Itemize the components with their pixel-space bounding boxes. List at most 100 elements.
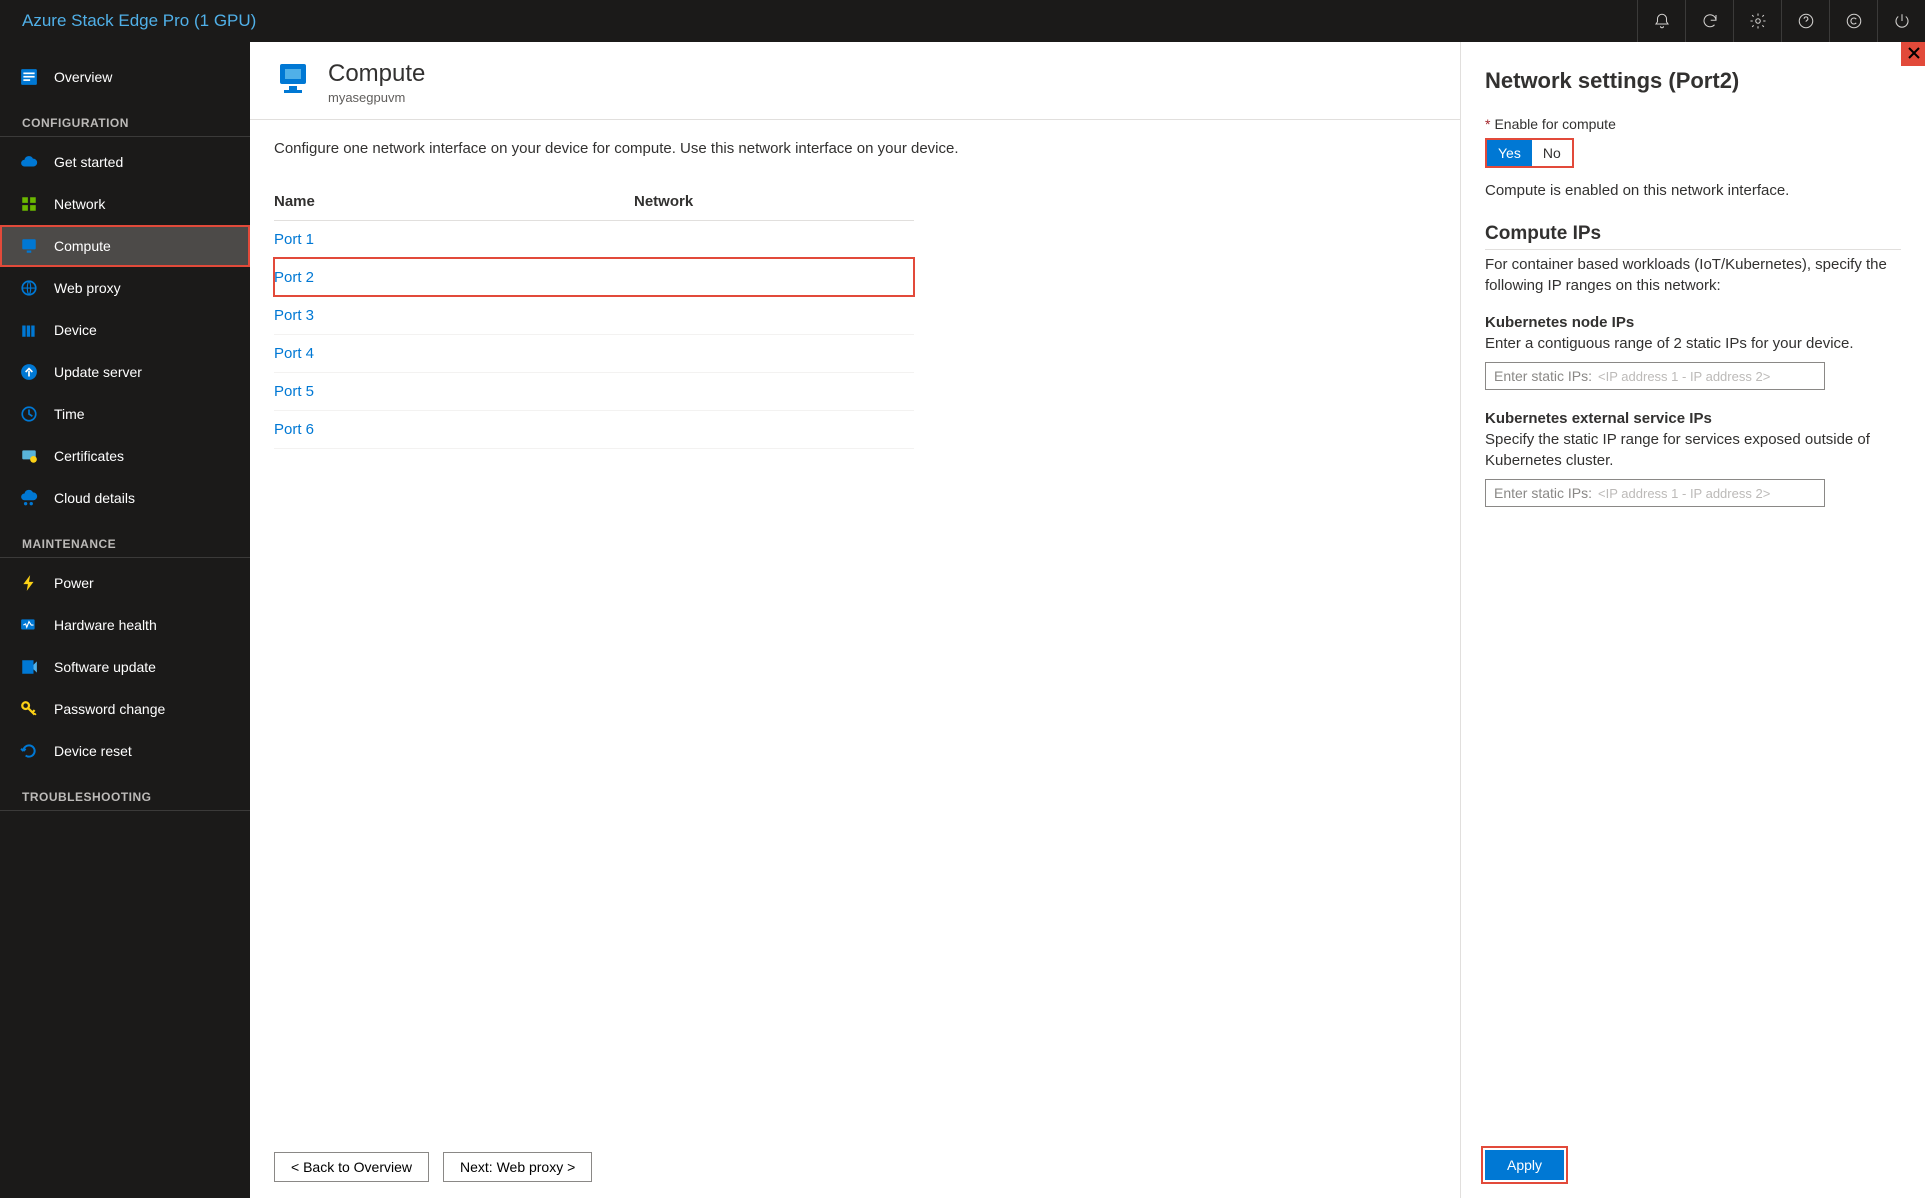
network-value bbox=[634, 334, 914, 372]
back-button[interactable]: < Back to Overview bbox=[274, 1152, 429, 1182]
cloud-icon bbox=[20, 153, 38, 171]
compute-ips-heading: Compute IPs bbox=[1485, 223, 1901, 250]
sidebar-item-label: Time bbox=[54, 406, 85, 422]
table-row[interactable]: Port 4 bbox=[274, 334, 914, 372]
sidebar-section-title: TROUBLESHOOTING bbox=[0, 772, 250, 811]
sidebar-item-web-proxy[interactable]: Web proxy bbox=[0, 267, 250, 309]
sidebar-item-label: Device reset bbox=[54, 743, 132, 759]
app-header: Azure Stack Edge Pro (1 GPU) bbox=[0, 0, 1925, 42]
health-icon bbox=[20, 616, 38, 634]
sidebar-item-label: Update server bbox=[54, 364, 142, 380]
apply-button[interactable]: Apply bbox=[1485, 1150, 1564, 1180]
reset-icon bbox=[20, 742, 38, 760]
next-button[interactable]: Next: Web proxy > bbox=[443, 1152, 592, 1182]
ip-input-placeholder: <IP address 1 - IP address 2> bbox=[1598, 369, 1770, 384]
globe-icon bbox=[20, 279, 38, 297]
page-title: Compute bbox=[328, 60, 425, 88]
sidebar-item-network[interactable]: Network bbox=[0, 183, 250, 225]
table-row[interactable]: Port 2 bbox=[274, 258, 914, 296]
sidebar-item-label: Overview bbox=[54, 69, 112, 85]
cert-icon bbox=[20, 447, 38, 465]
overview-icon bbox=[20, 68, 38, 86]
copyright-icon[interactable] bbox=[1829, 0, 1877, 42]
sidebar-item-device-reset[interactable]: Device reset bbox=[0, 730, 250, 772]
sidebar-item-compute[interactable]: Compute bbox=[0, 225, 250, 267]
refresh-icon[interactable] bbox=[1685, 0, 1733, 42]
ip-input-label: Enter static IPs: bbox=[1494, 368, 1592, 384]
sidebar-item-time[interactable]: Time bbox=[0, 393, 250, 435]
ip-input-label: Enter static IPs: bbox=[1494, 485, 1592, 501]
power-icon bbox=[20, 574, 38, 592]
sidebar-section-title: MAINTENANCE bbox=[0, 519, 250, 558]
header-toolbar bbox=[1637, 0, 1925, 42]
k8s-node-desc: Enter a contiguous range of 2 static IPs… bbox=[1485, 333, 1901, 354]
software-icon bbox=[20, 658, 38, 676]
sidebar-item-label: Get started bbox=[54, 154, 123, 170]
app-title: Azure Stack Edge Pro (1 GPU) bbox=[22, 11, 256, 31]
compute-ips-desc: For container based workloads (IoT/Kuber… bbox=[1485, 254, 1901, 296]
network-value bbox=[634, 296, 914, 334]
help-icon[interactable] bbox=[1781, 0, 1829, 42]
page-description: Configure one network interface on your … bbox=[250, 120, 1460, 161]
table-row[interactable]: Port 5 bbox=[274, 372, 914, 410]
ip-input-placeholder: <IP address 1 - IP address 2> bbox=[1598, 486, 1770, 501]
toggle-no[interactable]: No bbox=[1532, 140, 1572, 166]
device-icon bbox=[20, 321, 38, 339]
sidebar-item-label: Password change bbox=[54, 701, 165, 717]
close-panel-button[interactable] bbox=[1903, 42, 1925, 64]
port-link[interactable]: Port 5 bbox=[274, 383, 314, 400]
sidebar-item-hardware-health[interactable]: Hardware health bbox=[0, 604, 250, 646]
sidebar-item-label: Power bbox=[54, 575, 94, 591]
sidebar-item-label: Hardware health bbox=[54, 617, 157, 633]
sidebar-item-get-started[interactable]: Get started bbox=[0, 141, 250, 183]
sidebar: Overview CONFIGURATION Get started Netwo… bbox=[0, 42, 250, 1198]
key-icon bbox=[20, 700, 38, 718]
sidebar-item-certificates[interactable]: Certificates bbox=[0, 435, 250, 477]
sidebar-item-password-change[interactable]: Password change bbox=[0, 688, 250, 730]
sidebar-item-update-server[interactable]: Update server bbox=[0, 351, 250, 393]
sidebar-item-cloud-details[interactable]: Cloud details bbox=[0, 477, 250, 519]
k8s-ext-ip-input[interactable]: Enter static IPs: <IP address 1 - IP add… bbox=[1485, 479, 1825, 507]
sidebar-item-label: Cloud details bbox=[54, 490, 135, 506]
sidebar-section-title: CONFIGURATION bbox=[0, 98, 250, 137]
network-value bbox=[634, 220, 914, 258]
compute-status-text: Compute is enabled on this network inter… bbox=[1485, 182, 1901, 199]
main-content: Compute myasegpuvm Configure one network… bbox=[250, 42, 1460, 1198]
port-link[interactable]: Port 4 bbox=[274, 345, 314, 362]
network-value bbox=[634, 372, 914, 410]
sidebar-item-label: Network bbox=[54, 196, 105, 212]
table-row[interactable]: Port 6 bbox=[274, 410, 914, 448]
clock-icon bbox=[20, 405, 38, 423]
settings-icon[interactable] bbox=[1733, 0, 1781, 42]
k8s-ext-heading: Kubernetes external service IPs bbox=[1485, 410, 1901, 427]
port-link[interactable]: Port 1 bbox=[274, 231, 314, 248]
table-row[interactable]: Port 1 bbox=[274, 220, 914, 258]
cloud-details-icon bbox=[20, 489, 38, 507]
port-link[interactable]: Port 2 bbox=[274, 269, 314, 286]
sidebar-item-software-update[interactable]: Software update bbox=[0, 646, 250, 688]
page-subtitle: myasegpuvm bbox=[328, 90, 425, 105]
network-settings-panel: Network settings (Port2) *Enable for com… bbox=[1460, 42, 1925, 1198]
table-row[interactable]: Port 3 bbox=[274, 296, 914, 334]
sidebar-item-overview[interactable]: Overview bbox=[0, 56, 250, 98]
ports-table: Name Network Port 1 Port 2 Port 3 Port 4… bbox=[274, 185, 914, 449]
enable-compute-toggle[interactable]: Yes No bbox=[1485, 138, 1574, 168]
panel-title: Network settings (Port2) bbox=[1485, 68, 1901, 94]
toggle-yes[interactable]: Yes bbox=[1487, 140, 1532, 166]
sidebar-item-power[interactable]: Power bbox=[0, 562, 250, 604]
enable-compute-label: *Enable for compute bbox=[1485, 116, 1901, 132]
port-link[interactable]: Port 3 bbox=[274, 307, 314, 324]
k8s-node-ip-input[interactable]: Enter static IPs: <IP address 1 - IP add… bbox=[1485, 362, 1825, 390]
compute-icon bbox=[20, 237, 38, 255]
power-icon[interactable] bbox=[1877, 0, 1925, 42]
sidebar-item-label: Certificates bbox=[54, 448, 124, 464]
table-header-name: Name bbox=[274, 185, 634, 221]
sidebar-item-label: Web proxy bbox=[54, 280, 121, 296]
port-link[interactable]: Port 6 bbox=[274, 421, 314, 438]
sidebar-item-device[interactable]: Device bbox=[0, 309, 250, 351]
notifications-icon[interactable] bbox=[1637, 0, 1685, 42]
k8s-ext-desc: Specify the static IP range for services… bbox=[1485, 429, 1901, 471]
network-icon bbox=[20, 195, 38, 213]
sidebar-item-label: Compute bbox=[54, 238, 111, 254]
sidebar-item-label: Software update bbox=[54, 659, 156, 675]
